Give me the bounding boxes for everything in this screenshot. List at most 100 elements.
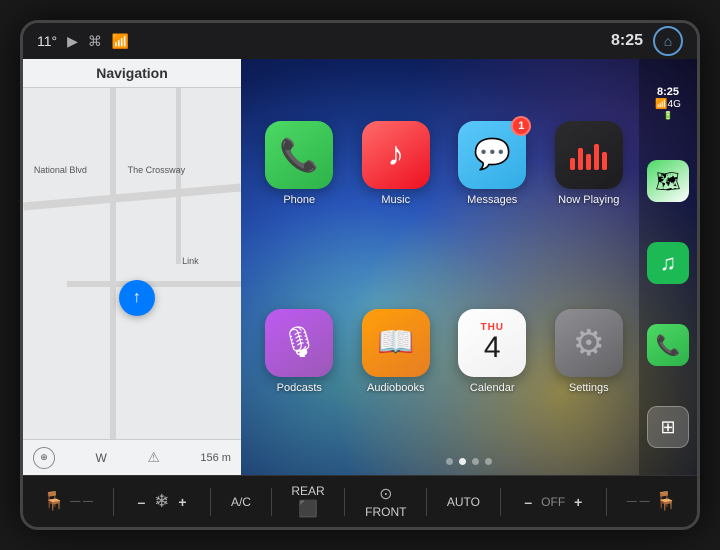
app-settings[interactable]: ⚙ Settings bbox=[546, 262, 633, 440]
controls-bar: 🪑 — — – ❄ + A/C REAR ⬛ ⊙ FRONT AUTO bbox=[23, 475, 697, 527]
divider-2 bbox=[210, 488, 211, 516]
app-music[interactable]: ♪ Music bbox=[353, 74, 440, 252]
divider-5 bbox=[426, 488, 427, 516]
cal-day: 4 bbox=[484, 333, 501, 363]
messages-icon: 💬 1 bbox=[458, 121, 526, 189]
seat-left-group: 🪑 — — bbox=[43, 491, 93, 512]
play-icon: ▶ bbox=[67, 33, 78, 50]
audio-bars bbox=[570, 140, 607, 170]
rear-label: REAR bbox=[291, 484, 324, 498]
nav-direction: W bbox=[96, 451, 107, 465]
messages-label: Messages bbox=[467, 194, 517, 206]
map-road-v2 bbox=[176, 88, 181, 264]
app-grid: 📞 Phone ♪ Music 💬 1 M bbox=[251, 69, 637, 445]
rear-heat-icon[interactable]: ⬛ bbox=[298, 499, 318, 519]
status-left: 11° ▶ ⌘ 📶 bbox=[37, 33, 129, 50]
divider-1 bbox=[113, 488, 114, 516]
nav-alert-icon: ⚠ bbox=[147, 449, 160, 466]
dot-3[interactable] bbox=[472, 458, 479, 465]
auto-label[interactable]: AUTO bbox=[447, 495, 480, 509]
dot-4[interactable] bbox=[485, 458, 492, 465]
audiobooks-icon: 📖 bbox=[362, 309, 430, 377]
dock-layout-button[interactable]: ⊞ bbox=[647, 406, 689, 448]
battery-icon: 🔋 bbox=[663, 111, 673, 120]
fan-plus-btn[interactable]: + bbox=[174, 492, 190, 512]
nav-panel: Navigation National Blvd The Crossway Li… bbox=[23, 59, 241, 475]
dock-phone-button[interactable]: 📞 bbox=[647, 324, 689, 366]
seat-left-icon: 🪑 bbox=[43, 491, 65, 512]
fan-minus-btn[interactable]: – bbox=[133, 492, 149, 512]
off-group: – OFF + bbox=[520, 492, 586, 512]
music-icon: ♪ bbox=[362, 121, 430, 189]
nowplaying-icon bbox=[555, 121, 623, 189]
seat-right-group: — — 🪑 bbox=[627, 491, 677, 512]
map-road-h2 bbox=[67, 281, 241, 287]
divider-6 bbox=[500, 488, 501, 516]
location-marker: ↑ bbox=[119, 280, 155, 316]
dock-time: 8:25 bbox=[657, 86, 679, 98]
car-screen: 11° ▶ ⌘ 📶 8:25 ⌂ Navigation National Blv… bbox=[20, 20, 700, 530]
app-podcasts[interactable]: 🎙 Podcasts bbox=[256, 262, 343, 440]
nav-title: Navigation bbox=[23, 59, 241, 88]
divider-3 bbox=[271, 488, 272, 516]
main-area: Navigation National Blvd The Crossway Li… bbox=[23, 59, 697, 475]
front-label: FRONT bbox=[365, 505, 406, 519]
app-phone[interactable]: 📞 Phone bbox=[256, 74, 343, 252]
auto-group: AUTO bbox=[447, 495, 480, 509]
off-minus-btn[interactable]: – bbox=[520, 492, 536, 512]
app-calendar[interactable]: THU 4 Calendar bbox=[449, 262, 536, 440]
map-area[interactable]: National Blvd The Crossway Link ↑ bbox=[23, 88, 241, 439]
signal-icon: 📶 bbox=[112, 33, 129, 50]
home-button[interactable]: ⌂ bbox=[653, 26, 683, 56]
divider-4 bbox=[344, 488, 345, 516]
calendar-content: THU 4 bbox=[458, 309, 526, 377]
status-right: 8:25 ⌂ bbox=[611, 26, 683, 56]
app-nowplaying[interactable]: Now Playing bbox=[546, 74, 633, 252]
seat-right-icon: 🪑 bbox=[655, 491, 677, 512]
dot-2[interactable] bbox=[459, 458, 466, 465]
off-label: OFF bbox=[541, 495, 565, 509]
dock-maps-button[interactable]: 🗺 bbox=[647, 160, 689, 202]
fan-group: – ❄ + bbox=[133, 491, 190, 512]
podcasts-icon: 🎙 bbox=[265, 309, 333, 377]
music-label: Music bbox=[381, 194, 410, 206]
app-audiobooks[interactable]: 📖 Audiobooks bbox=[353, 262, 440, 440]
wifi-icon: ⌘ bbox=[88, 33, 102, 50]
road-label-1: National Blvd bbox=[34, 165, 87, 175]
seat-left-sub: — — bbox=[70, 496, 93, 507]
compass: ⊕ bbox=[33, 447, 55, 469]
map-road-v1 bbox=[110, 88, 116, 439]
off-plus-btn[interactable]: + bbox=[570, 492, 586, 512]
divider-7 bbox=[606, 488, 607, 516]
dock-status: 8:25 📶4G 🔋 bbox=[655, 86, 681, 120]
map-road-h bbox=[23, 184, 241, 211]
dock-spotify-button[interactable]: ♫ bbox=[647, 242, 689, 284]
front-group: ⊙ FRONT bbox=[365, 484, 406, 519]
nav-distance: 156 m bbox=[200, 452, 231, 464]
road-label-3: Link bbox=[182, 256, 199, 266]
fan-icon: ❄ bbox=[154, 491, 169, 512]
messages-badge: 1 bbox=[511, 116, 531, 136]
seat-right-sub: — — bbox=[627, 496, 650, 507]
calendar-label: Calendar bbox=[470, 382, 515, 394]
dot-1[interactable] bbox=[446, 458, 453, 465]
audiobooks-label: Audiobooks bbox=[367, 382, 425, 394]
podcasts-label: Podcasts bbox=[277, 382, 322, 394]
clock: 8:25 bbox=[611, 32, 643, 50]
nowplaying-label: Now Playing bbox=[558, 194, 619, 206]
phone-icon: 📞 bbox=[265, 121, 333, 189]
dock-signal: 📶4G bbox=[655, 99, 681, 110]
phone-label: Phone bbox=[283, 194, 315, 206]
side-dock: 8:25 📶4G 🔋 🗺 ♫ 📞 ⊞ bbox=[639, 59, 697, 475]
nav-bottom: ⊕ W ⚠ 156 m bbox=[23, 439, 241, 475]
app-messages[interactable]: 💬 1 Messages bbox=[449, 74, 536, 252]
ac-label[interactable]: A/C bbox=[231, 495, 251, 509]
front-vent-icon[interactable]: ⊙ bbox=[379, 484, 392, 504]
settings-label: Settings bbox=[569, 382, 609, 394]
status-bar: 11° ▶ ⌘ 📶 8:25 ⌂ bbox=[23, 23, 697, 59]
carplay-panel: 📞 Phone ♪ Music 💬 1 M bbox=[241, 59, 697, 475]
rear-group: REAR ⬛ bbox=[291, 484, 324, 519]
calendar-icon: THU 4 bbox=[458, 309, 526, 377]
temperature: 11° bbox=[37, 33, 57, 49]
settings-icon: ⚙ bbox=[555, 309, 623, 377]
